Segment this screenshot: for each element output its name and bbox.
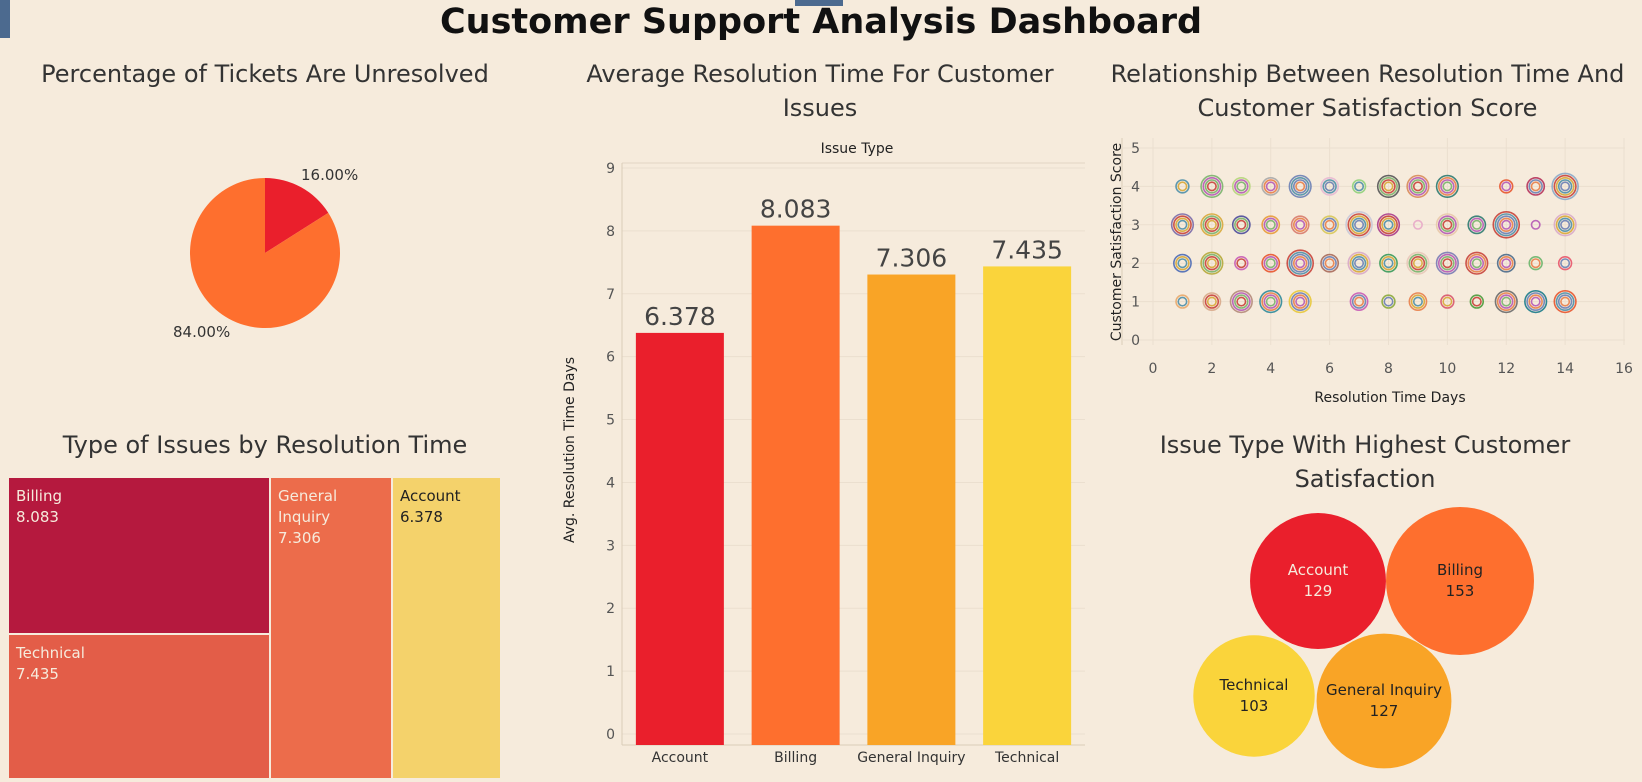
- bubble-label: Technical: [1219, 676, 1289, 694]
- bubble-value: 127: [1370, 702, 1399, 720]
- bubble-general-inquiry[interactable]: General Inquiry 127: [1316, 633, 1452, 769]
- bubble-technical[interactable]: Technical 103: [1193, 635, 1315, 757]
- bubble-account[interactable]: Account 129: [1250, 513, 1386, 649]
- bubble-label: General Inquiry: [1326, 681, 1442, 699]
- bubble-chart: Account 129 Billing 153 Technical 103 General …: [1193, 507, 1534, 769]
- bubble-value: 103: [1240, 697, 1269, 715]
- bubble-label: Billing: [1437, 561, 1483, 579]
- bubble-value: 153: [1446, 582, 1475, 600]
- bubble-label: Account: [1288, 561, 1349, 579]
- bubble-billing[interactable]: Billing 153: [1386, 507, 1534, 655]
- bubble-value: 129: [1304, 582, 1333, 600]
